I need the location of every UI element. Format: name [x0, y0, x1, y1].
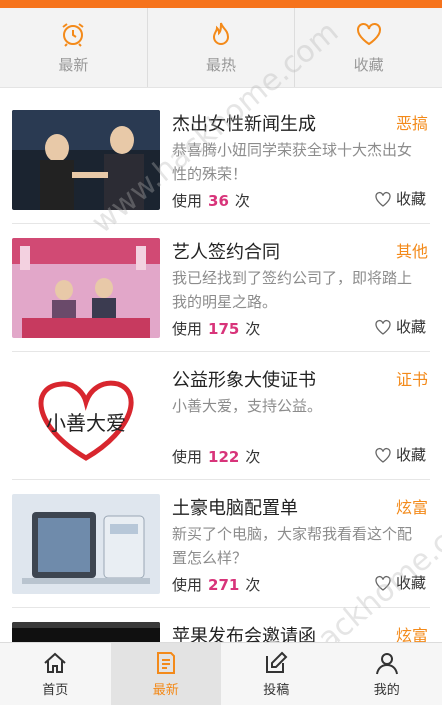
nav-submit[interactable]: 投稿: [221, 643, 332, 705]
item-title: 土豪电脑配置单: [172, 498, 298, 519]
item-thumbnail: [12, 494, 160, 594]
tab-favorites[interactable]: 收藏: [295, 8, 442, 87]
heart-outline-icon: [375, 191, 391, 207]
usage-count: 使用 271 次: [172, 576, 261, 594]
item-thumbnail: [12, 110, 160, 210]
item-title: 苹果发布会邀请函: [172, 626, 316, 642]
home-icon: [44, 652, 66, 673]
nav-profile[interactable]: 我的: [332, 643, 442, 705]
thumbnail-caption: 小善大爱: [46, 411, 126, 435]
tab-label: 收藏: [353, 56, 384, 74]
item-title: 艺人签约合同: [172, 242, 280, 263]
item-description: 我已经找到了签约公司了，即将踏上我的明星之路。: [172, 269, 413, 311]
heart-outline-icon: [375, 575, 391, 591]
template-list: 杰出女性新闻生成 恶搞 恭喜腾小妞同学荣获全球十大杰出女性的殊荣！ 使用 36 次 …: [0, 96, 442, 642]
list-item[interactable]: 杰出女性新闻生成 恶搞 恭喜腾小妞同学荣获全球十大杰出女性的殊荣！ 使用 36 次 …: [12, 96, 430, 224]
tab-latest[interactable]: 最新: [0, 8, 148, 87]
nav-home[interactable]: 首页: [0, 643, 111, 705]
item-description: 小善大爱，支持公益。: [172, 397, 323, 415]
item-tag[interactable]: 炫富: [396, 622, 428, 642]
item-tag[interactable]: 证书: [396, 366, 428, 390]
list-item[interactable]: 小善大爱 公益形象大使证书 证书 小善大爱，支持公益。 使用 122 次 收藏: [12, 352, 430, 480]
usage-count: 使用 36 次: [172, 192, 250, 210]
bottom-navigation: 首页 最新 投稿 我的: [0, 642, 442, 705]
favorite-button[interactable]: 收藏: [374, 572, 426, 593]
tab-hot[interactable]: 最热: [148, 8, 296, 87]
favorite-button[interactable]: 收藏: [374, 316, 426, 337]
item-description: 新买了个电脑，大家帮我看看这个配置怎么样？: [172, 525, 413, 567]
category-tabs: 最新 最热 收藏: [0, 8, 442, 88]
tab-label: 最热: [206, 56, 237, 74]
list-item[interactable]: 土豪电脑配置单 炫富 新买了个电脑，大家帮我看看这个配置怎么样？ 使用 271 次 …: [12, 480, 430, 608]
heart-outline-icon: [375, 319, 391, 335]
heart-outline-icon: [375, 447, 391, 463]
item-tag[interactable]: 其他: [396, 238, 428, 262]
item-title: 公益形象大使证书: [172, 370, 316, 391]
item-title: 杰出女性新闻生成: [172, 114, 316, 135]
alarm-clock-icon: [62, 23, 84, 47]
nav-latest[interactable]: 最新: [110, 643, 221, 705]
item-thumbnail: [12, 238, 160, 338]
top-accent-bar: [0, 0, 442, 8]
item-tag[interactable]: 恶搞: [396, 110, 428, 134]
usage-count: 使用 175 次: [172, 320, 261, 338]
item-description: 恭喜腾小妞同学荣获全球十大杰出女性的殊荣！: [172, 141, 413, 183]
heart-icon: [356, 23, 381, 46]
tab-label: 最新: [58, 56, 89, 74]
list-item[interactable]: 艺人签约合同 其他 我已经找到了签约公司了，即将踏上我的明星之路。 使用 175 次…: [12, 224, 430, 352]
item-tag[interactable]: 炫富: [396, 494, 428, 518]
usage-count: 使用 122 次: [172, 448, 261, 466]
flame-icon: [212, 22, 230, 45]
user-icon: [375, 653, 398, 675]
favorite-button[interactable]: 收藏: [374, 188, 426, 209]
list-item[interactable]: 苹果发布会邀请函 炫富: [12, 608, 430, 642]
favorite-button[interactable]: 收藏: [374, 444, 426, 465]
item-thumbnail: [12, 622, 160, 642]
document-icon: [156, 652, 175, 674]
item-thumbnail: 小善大爱: [12, 366, 160, 466]
edit-icon: [266, 651, 288, 673]
